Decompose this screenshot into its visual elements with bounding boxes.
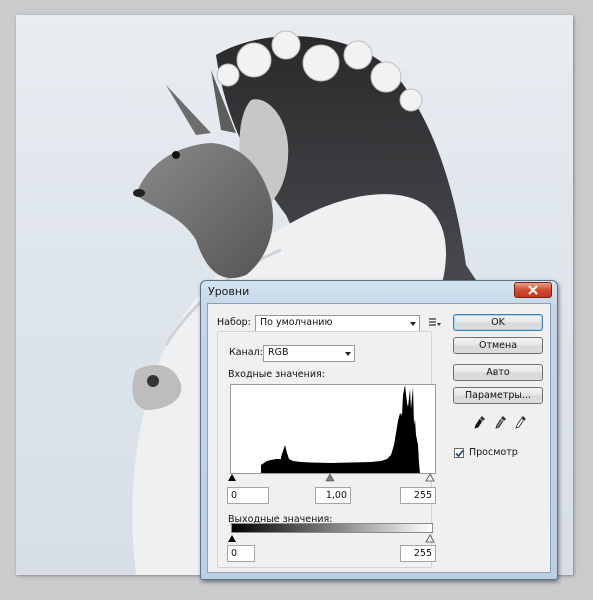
output-gradient xyxy=(231,523,433,533)
histogram xyxy=(230,384,436,474)
title-bar[interactable]: Уровни xyxy=(201,281,557,301)
preview-checkbox[interactable] xyxy=(454,448,464,458)
channel-dropdown[interactable]: RGB xyxy=(263,345,355,362)
checkmark-icon xyxy=(455,449,464,458)
ok-button[interactable]: OK xyxy=(453,314,543,331)
input-gamma-slider[interactable] xyxy=(325,473,335,482)
levels-dialog: Уровни Набор: По умолчанию Канал: RGB Вх… xyxy=(200,280,558,580)
preset-menu-icon[interactable] xyxy=(429,318,441,328)
gray-eyedropper-icon[interactable] xyxy=(495,415,507,429)
white-eyedropper-icon[interactable] xyxy=(515,415,527,429)
chevron-down-icon xyxy=(345,352,351,356)
black-eyedropper-icon[interactable] xyxy=(474,415,486,429)
input-black-slider[interactable] xyxy=(228,474,236,481)
histogram-graph xyxy=(261,385,420,473)
options-button[interactable]: Параметры... xyxy=(453,387,543,404)
input-black-field[interactable]: 0 xyxy=(227,487,269,504)
input-white-slider[interactable] xyxy=(425,473,435,482)
channel-label: Канал: xyxy=(229,347,263,358)
close-icon xyxy=(528,285,538,295)
input-white-field[interactable]: 255 xyxy=(400,487,436,504)
auto-button[interactable]: Авто xyxy=(453,364,543,381)
output-slider-track[interactable] xyxy=(226,533,440,543)
dialog-body: Набор: По умолчанию Канал: RGB Входные з… xyxy=(207,303,551,573)
preset-value: По умолчанию xyxy=(260,317,333,328)
dialog-title: Уровни xyxy=(208,285,250,298)
input-gamma-field[interactable]: 1,00 xyxy=(315,487,351,504)
output-black-field[interactable]: 0 xyxy=(227,545,255,562)
channel-value: RGB xyxy=(268,347,289,358)
input-slider-track[interactable] xyxy=(226,472,440,482)
output-white-slider[interactable] xyxy=(425,534,435,543)
close-button[interactable] xyxy=(514,282,552,298)
cancel-button[interactable]: Отмена xyxy=(453,337,543,354)
preview-label: Просмотр xyxy=(469,447,518,458)
preset-label: Набор: xyxy=(217,317,251,328)
preset-dropdown[interactable]: По умолчанию xyxy=(255,315,420,332)
input-levels-label: Входные значения: xyxy=(228,369,325,380)
output-white-field[interactable]: 255 xyxy=(400,545,436,562)
output-black-slider[interactable] xyxy=(228,535,236,542)
chevron-down-icon xyxy=(410,322,416,326)
